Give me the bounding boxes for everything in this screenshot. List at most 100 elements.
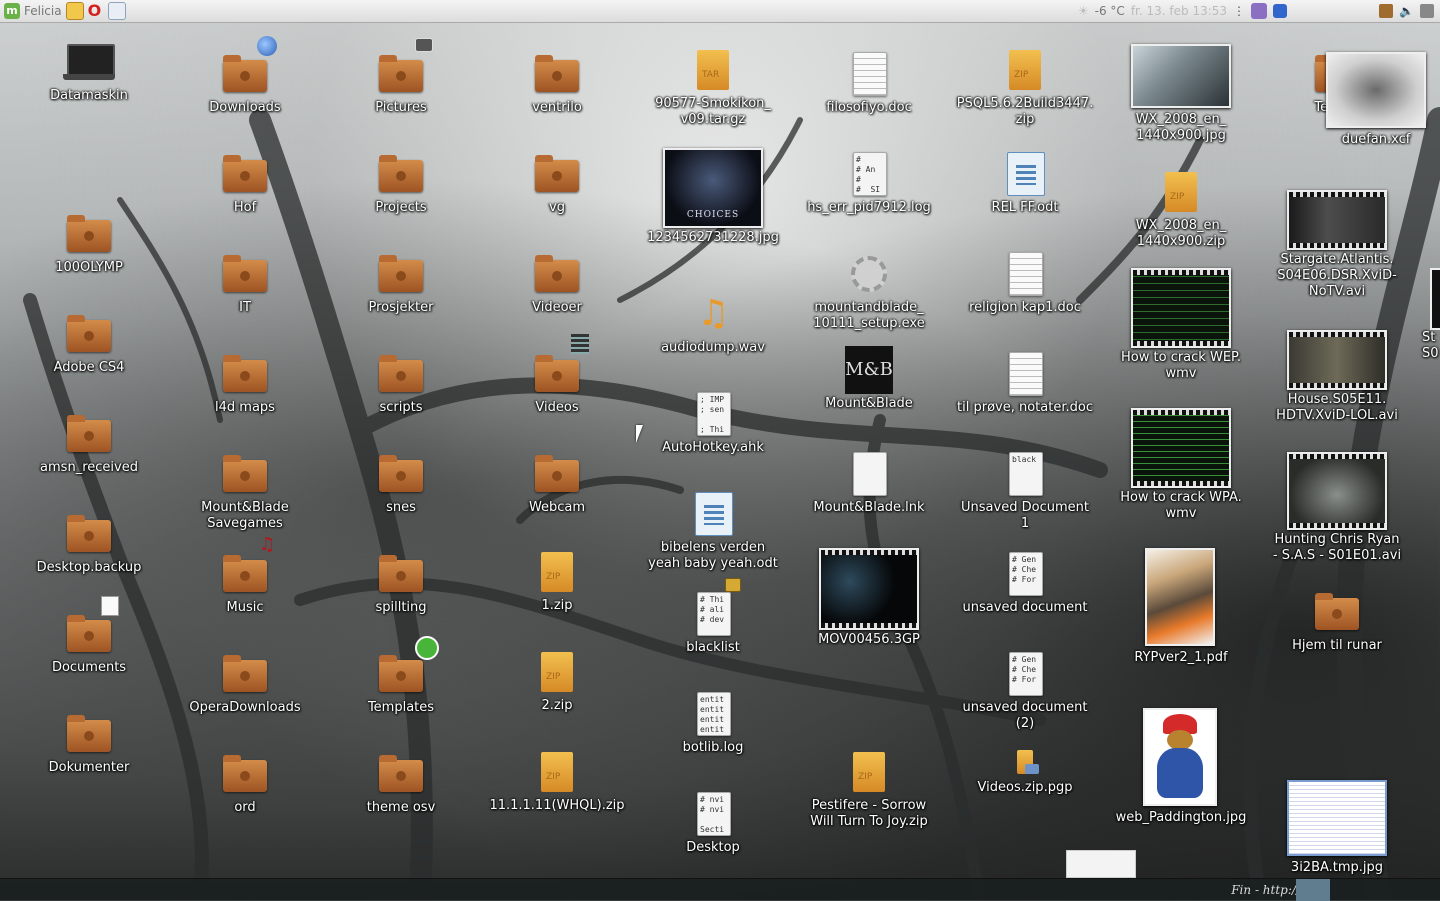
desktop-icon-wx2008-zip[interactable]: WX_2008_en_ 1440x900.zip — [1107, 168, 1255, 250]
file-preview-text: # # An # # SI — [856, 155, 881, 194]
desktop-icon-prosjekter[interactable]: Prosjekter — [327, 250, 475, 316]
weather-temperature[interactable]: -6 °C — [1095, 4, 1125, 18]
icon-label: til prøve, notater.doc — [957, 400, 1093, 415]
desktop-icon-documents[interactable]: Documents — [15, 596, 163, 676]
desktop-icon-mount-blade-savegames[interactable]: Mount&Blade Savegames — [171, 450, 319, 532]
icon-label: OperaDownloads — [189, 700, 301, 715]
taskbar-item[interactable] — [1296, 879, 1330, 901]
folder-icon — [65, 410, 113, 458]
icon-label: unsaved document — [962, 600, 1088, 615]
icon-label: Videos — [535, 400, 579, 415]
desktop-icon-mov00456-3gp[interactable]: MOV00456.3GP — [795, 548, 943, 648]
desktop-icon-videos-zip-pgp[interactable]: Videos.zip.pgp — [951, 730, 1099, 796]
desktop-icon-rypver2-pdf[interactable]: RYPver2_1.pdf — [1107, 548, 1255, 666]
desktop-icon-adobe-cs4[interactable]: Adobe CS4 — [15, 310, 163, 376]
desktop-icon-1234562731228-jpg[interactable]: CHOICES 1234562731228.jpg — [639, 148, 787, 246]
desktop-icon-religion-kap1-doc[interactable]: religion kap1.doc — [951, 250, 1099, 316]
weather-icon[interactable]: ☀ — [1078, 4, 1089, 18]
desktop-icon-2-zip[interactable]: 2.zip — [483, 648, 631, 714]
desktop-icon-videos[interactable]: Videos — [483, 334, 631, 416]
zip-icon — [533, 548, 581, 596]
desktop-icon-templates[interactable]: Templates — [327, 636, 475, 716]
clock[interactable]: fr. 13. feb 13:53 — [1131, 4, 1227, 18]
image-thumbnail-icon — [1131, 44, 1231, 110]
desktop-icon-ord[interactable]: ord — [171, 750, 319, 816]
desktop-icon-pestifere-zip[interactable]: Pestifere - Sorrow Will Turn To Joy.zip — [795, 748, 943, 830]
icon-label: religion kap1.doc — [969, 300, 1081, 315]
network-bars-icon[interactable] — [1273, 4, 1288, 18]
icon-label: MOV00456.3GP — [818, 632, 920, 647]
desktop-icon-1-zip[interactable]: 1.zip — [483, 548, 631, 614]
opera-icon[interactable]: O — [88, 3, 104, 19]
video-thumbnail-icon — [1287, 452, 1387, 530]
user-name[interactable]: Felicia — [24, 4, 62, 18]
desktop-icon-mount-blade-lnk[interactable]: Mount&Blade.lnk — [795, 450, 943, 516]
battery-icon[interactable] — [1379, 4, 1394, 18]
desktop-icon-spillting[interactable]: spillting — [327, 550, 475, 616]
desktop-icon-3i2ba-tmp-jpg[interactable]: 3i2BA.tmp.jpg — [1263, 780, 1411, 876]
desktop-icon-web-paddington-jpg[interactable]: web_Paddington.jpg — [1107, 708, 1255, 826]
icon-label: Hof — [233, 200, 257, 215]
desktop-icon-theme-osv[interactable]: theme osv — [327, 750, 475, 816]
desktop-icon-vg[interactable]: vg — [483, 150, 631, 216]
desktop-icon-snes[interactable]: snes — [327, 450, 475, 516]
desktop-icon-autohotkey-ahk[interactable]: ; IMP ; sen ; Thi AutoHotkey.ahk — [639, 390, 787, 456]
desktop-icon-hunting-chris-ryan[interactable]: Hunting Chris Ryan - S.A.S - S01E01.avi — [1263, 452, 1411, 564]
desktop-icon-bibelens-verden-odt[interactable]: bibelens verden yeah baby yeah.odt — [639, 490, 787, 572]
desktop-icon-partial-video[interactable]: St S0 — [1400, 268, 1440, 362]
desktop-icon-desktop-backup[interactable]: Desktop.backup — [15, 510, 163, 576]
desktop-icon-dokumenter[interactable]: Dokumenter — [15, 710, 163, 776]
menu-dots-icon[interactable]: ⋮ — [1233, 4, 1245, 18]
desktop-icon-desktop-file[interactable]: # nvi # nvi Secti Desktop — [639, 790, 787, 856]
desktop-icon-psql-zip[interactable]: PSQL5.6.2Build3447. zip — [951, 46, 1099, 128]
desktop-icon-pictures[interactable]: Pictures — [327, 38, 475, 116]
desktop-icon-webcam[interactable]: Webcam — [483, 450, 631, 516]
desktop-icon-filosofiyo-doc[interactable]: filosofiyo.doc — [795, 50, 943, 116]
mint-menu-icon[interactable]: m — [4, 3, 20, 19]
mail-icon[interactable] — [107, 2, 126, 20]
desktop-icon-blacklist[interactable]: # Thi # ali # dev blacklist — [639, 578, 787, 656]
desktop-icon-partial-image[interactable] — [1065, 850, 1137, 878]
volume-icon[interactable]: 🔈 — [1399, 4, 1414, 18]
desktop-icon-100olymp[interactable]: 100OLYMP — [15, 210, 163, 276]
desktop-icon-amsn-received[interactable]: amsn_received — [15, 410, 163, 476]
desktop-icon-crack-wep-wmv[interactable]: How to crack WEP. wmv — [1107, 268, 1255, 382]
desktop-icon-it[interactable]: IT — [171, 250, 319, 316]
desktop-icon-duefan-xcf[interactable]: duefan.xcf — [1302, 52, 1440, 148]
desktop-icon-unsaved-document[interactable]: # Gen # Che # For unsaved document — [951, 550, 1099, 616]
desktop-icon-projects[interactable]: Projects — [327, 150, 475, 216]
desktop-icon-botlib-log[interactable]: entit entit entit entit botlib.log — [639, 690, 787, 756]
desktop-icon-scripts[interactable]: scripts — [327, 350, 475, 416]
desktop-icon-hof[interactable]: Hof — [171, 150, 319, 216]
desktop-icon-audiodump-wav[interactable]: ♫ audiodump.wav — [639, 290, 787, 356]
desktop-icon-stargate-atlantis[interactable]: Stargate.Atlantis. S04E06.DSR.XviD- NoTV… — [1263, 190, 1411, 300]
desktop-icon-videoer[interactable]: Videoer — [483, 250, 631, 316]
desktop-icon-unsaved-document-2[interactable]: # Gen # Che # For unsaved document (2) — [951, 650, 1099, 732]
desktop-icon-crack-wpa-wmv[interactable]: How to crack WPA. wmv — [1107, 408, 1255, 522]
desktop-icon-house-s05e11[interactable]: House.S05E11. HDTV.XviD-LOL.avi — [1263, 330, 1411, 424]
desktop-icon-downloads[interactable]: Downloads — [171, 36, 319, 116]
desktop-icon-hs-err-log[interactable]: # # An # # SI hs_err_pid7912.log — [795, 150, 943, 216]
desktop-icon-hjem-til-runar[interactable]: Hjem til runar — [1263, 588, 1411, 654]
desktop-icon-rel-ff-odt[interactable]: REL FF.odt — [951, 150, 1099, 216]
desktop-icon-l4d-maps[interactable]: l4d maps — [171, 350, 319, 416]
desktop-icon-unsaved-document-1[interactable]: black Unsaved Document 1 — [951, 450, 1099, 532]
icon-label: 3i2BA.tmp.jpg — [1290, 860, 1384, 875]
desktop-icon-music[interactable]: ♫ Music — [171, 534, 319, 616]
folder-icon — [377, 350, 425, 398]
desktop-icon-til-prove-doc[interactable]: til prøve, notater.doc — [951, 350, 1099, 416]
desktop-icon-ventrilo[interactable]: ventrilo — [483, 50, 631, 116]
desktop-icon-operadownloads[interactable]: OperaDownloads — [171, 650, 319, 716]
folder-icon — [377, 150, 425, 198]
settings-icon[interactable] — [1251, 3, 1268, 19]
tray-app-icon[interactable] — [1420, 4, 1434, 18]
notes-icon[interactable] — [65, 2, 84, 20]
image-thumbnail-icon: CHOICES — [663, 148, 763, 228]
desktop-icon-mountandblade-setup[interactable]: mountandblade_ 10111_setup.exe — [795, 250, 943, 332]
icon-label: Videoer — [532, 300, 582, 315]
desktop-icon-wx2008-jpg[interactable]: WX_2008_en_ 1440x900.jpg — [1107, 44, 1255, 144]
desktop-icon-mount-blade[interactable]: M&B Mount&Blade — [795, 346, 943, 412]
desktop-icon-whql-zip[interactable]: 11.1.1.11(WHQL).zip — [483, 748, 631, 814]
desktop-icon-datamaskin[interactable]: Datamaskin — [15, 38, 163, 104]
desktop-icon-smokikon-tgz[interactable]: 90577-Smokikon_ v09.tar.gz — [639, 46, 787, 128]
